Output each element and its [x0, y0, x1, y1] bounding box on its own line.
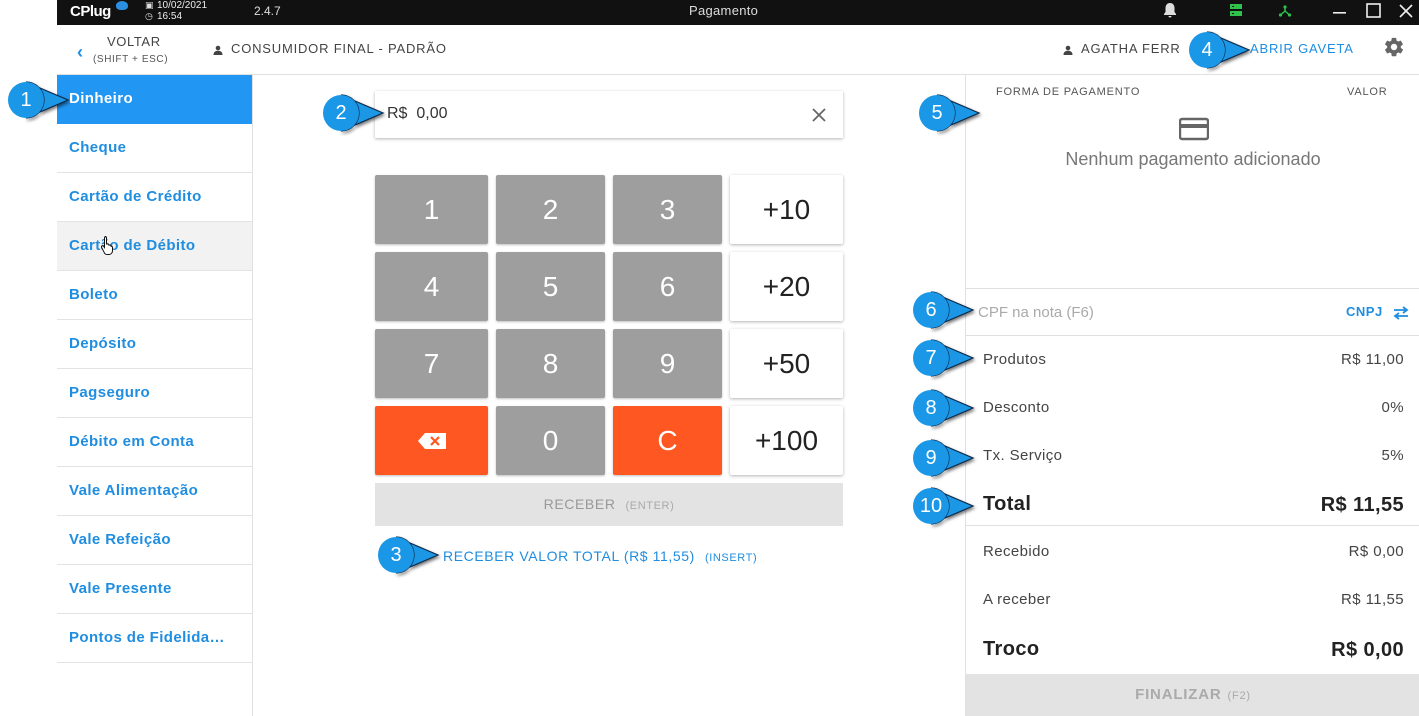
callout-1: 1 [20, 89, 32, 111]
callout-6: 6 [925, 299, 937, 321]
callout-5: 5 [931, 102, 943, 124]
payment-screen: CPlug ▣ 10/02/2021 ◷ 16:54 2.4.7 Pagamento… [0, 0, 1419, 716]
callout-layer [8, 31, 1251, 574]
callout-8: 8 [925, 397, 937, 419]
callout-9: 9 [925, 447, 937, 469]
callout-7: 7 [925, 347, 937, 369]
callout-4: 4 [1201, 39, 1213, 61]
callout-2: 2 [335, 102, 347, 124]
callout-10: 10 [919, 495, 943, 517]
callout-3: 3 [390, 544, 402, 566]
